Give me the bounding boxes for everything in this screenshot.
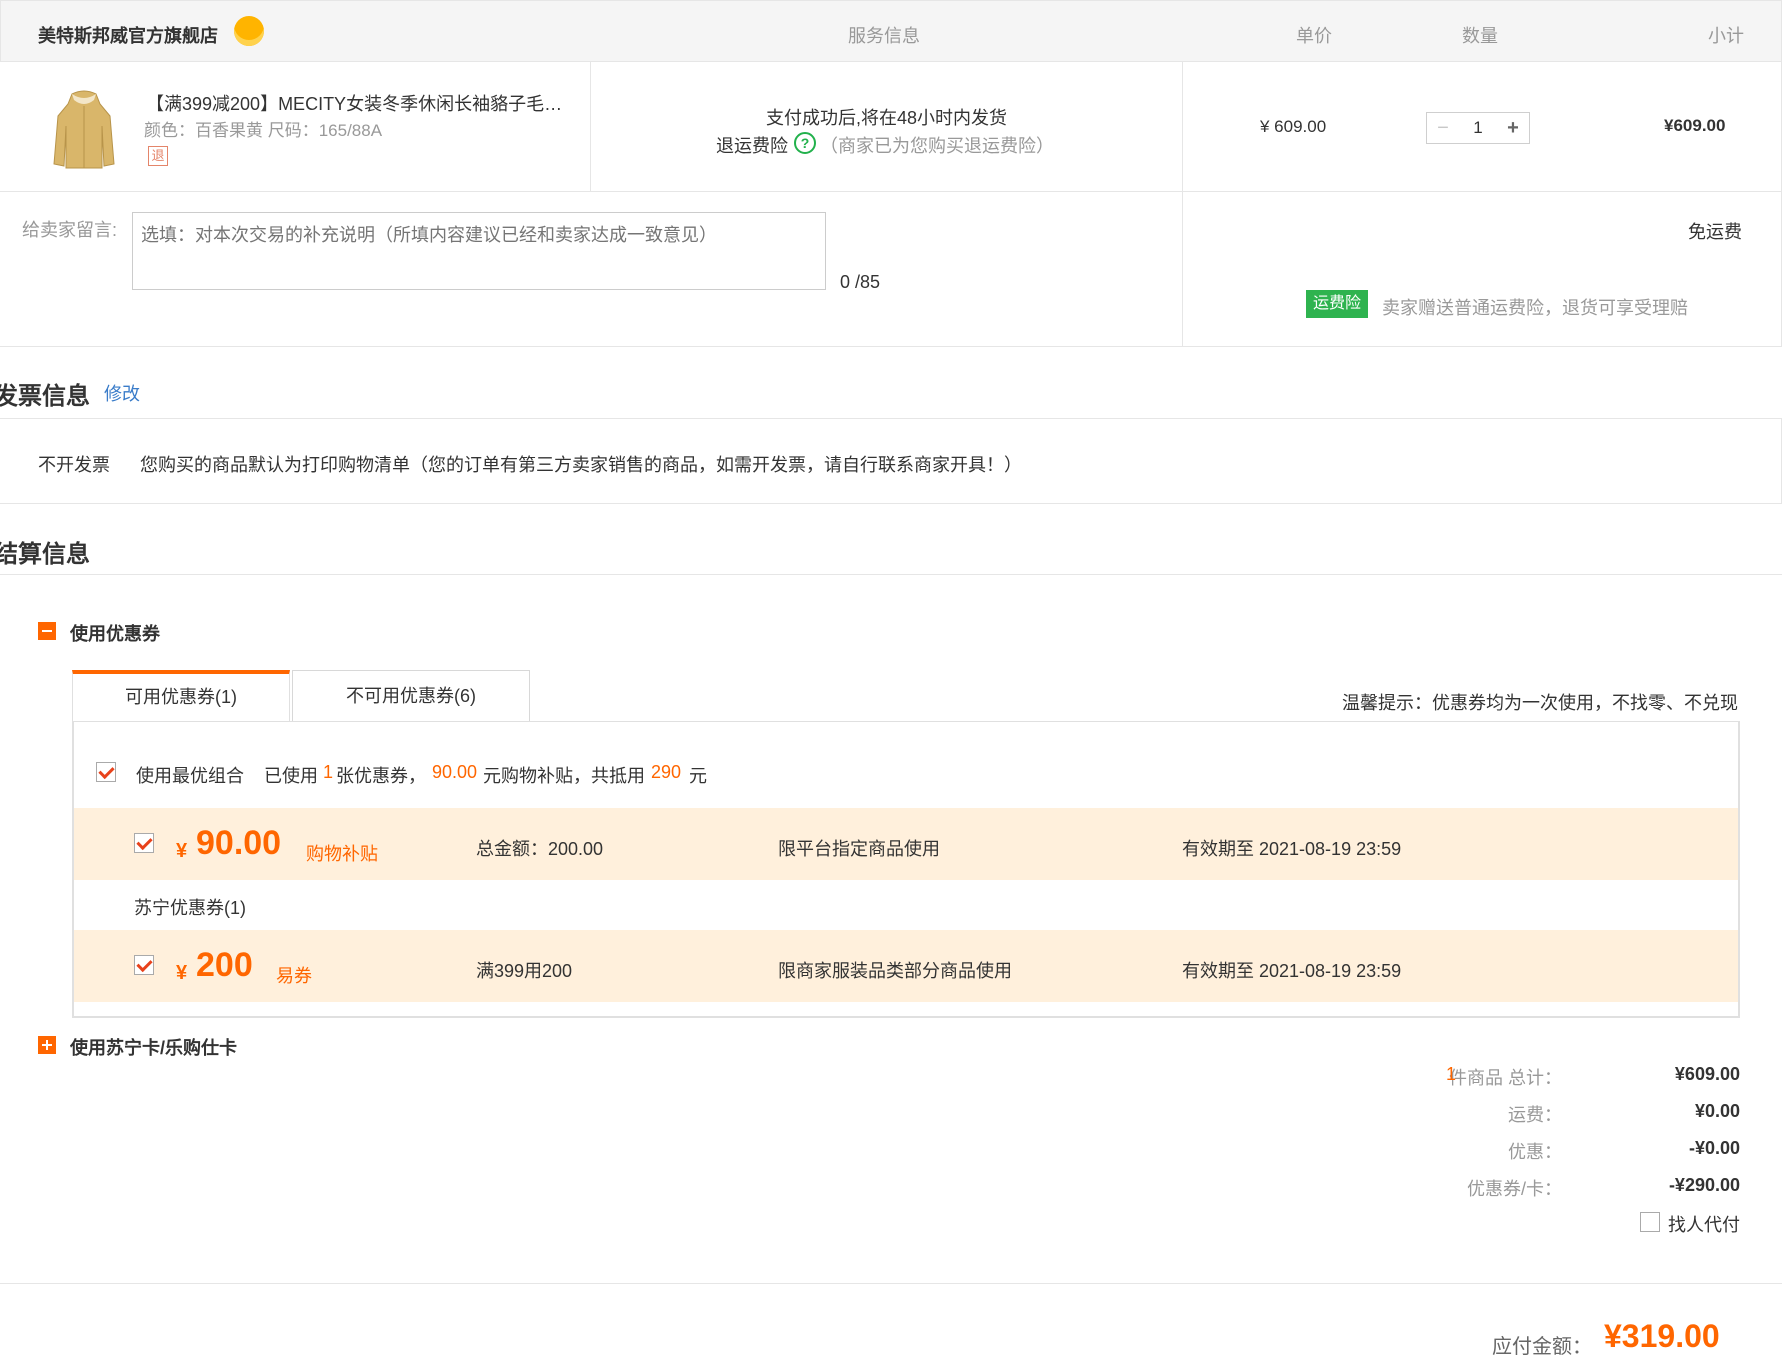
invoice-section-title: 发票信息 [0,383,90,410]
coupon-scope: 限平台指定商品使用 [778,839,940,859]
coupon-amount: 200 [196,946,253,984]
settlement-section-title: 结算信息 [0,541,90,568]
payable-label: 应付金额： [1492,1336,1592,1358]
freight-insurance-tag: 运费险 [1306,290,1368,318]
coupon-type: 购物补贴 [306,844,378,864]
pay-for-me-label[interactable]: 找人代付 [1668,1211,1740,1237]
coupon-expiry: 有效期至 2021-08-19 23:59 [1182,839,1402,859]
invoice-note: 您购买的商品默认为打印购物清单（您的订单有第三方卖家销售的商品，如需开发票，请自… [140,455,1022,475]
collapse-icon[interactable] [38,622,56,640]
total-shipping-value: ¥0.00 [1694,1101,1740,1121]
help-icon[interactable]: ? [794,132,816,154]
total-discount-label: 优惠： [1508,1142,1562,1162]
expand-icon[interactable] [38,1036,56,1054]
shipping-fee: 免运费 [1688,222,1742,242]
column-divider [590,62,591,192]
coupon-checkbox[interactable] [134,833,154,853]
coupon-currency: ¥ [176,962,188,984]
quantity-input[interactable]: 1 [1460,114,1496,142]
return-freight-note: （商家已为您购买退运费险） [820,136,1054,156]
total-shipping-label: 运费： [1508,1105,1562,1125]
product-spec: 颜色：百香果黄 尺码：165/88A [144,121,383,140]
quantity-increase-button[interactable]: + [1498,114,1528,142]
pay-for-me-checkbox[interactable] [1640,1212,1660,1232]
coupon-summary-offset: 290 [651,762,682,782]
coupon-summary-text: 元 [689,766,707,786]
column-quantity: 数量 [1462,26,1498,46]
coupon-summary-text: 元购物补贴，共抵用 [483,766,645,786]
coupon-summary-text: 已使用 [264,766,318,786]
ship-note: 支付成功后,将在48小时内发货 [766,108,1008,128]
product-name[interactable]: 【满399减200】MECITY女装冬季休闲长袖貉子毛… [146,90,566,116]
sun-badge-icon [234,16,264,46]
coupon-checkbox[interactable] [134,955,154,975]
total-coupon-value: -¥290.00 [1668,1175,1740,1195]
coupon-scope: 限商家服装品类部分商品使用 [778,961,1012,981]
seller-message-input[interactable] [132,212,826,290]
unit-price: ¥ 609.00 [1260,117,1327,136]
tab-available-coupons[interactable]: 可用优惠券(1) [72,670,290,722]
seller-message-label: 给卖家留言: [22,220,118,240]
payable-amount: ¥319.00 [1604,1318,1720,1354]
product-thumbnail[interactable] [50,86,118,172]
coupon-type: 易券 [276,966,312,986]
coupon-summary-subsidy: 90.00 [432,762,478,782]
coupon-total: 总金额：200.00 [476,839,604,859]
total-items-value: ¥609.00 [1674,1064,1740,1084]
coupon-expiry: 有效期至 2021-08-19 23:59 [1182,961,1402,981]
coupon-summary-text: 张优惠券， [336,766,426,786]
best-combo-label: 使用最优组合 [136,766,244,786]
return-freight-label: 退运费险 [716,136,788,156]
suning-card-section-title[interactable]: 使用苏宁卡/乐购仕卡 [70,1034,237,1060]
coupon-section-title[interactable]: 使用优惠券 [70,620,160,646]
column-subtotal: 小计 [1708,26,1744,46]
product-subtotal: ¥609.00 [1664,116,1726,135]
invoice-type: 不开发票 [38,455,110,475]
total-items-label: 件商品 总计： [1448,1068,1562,1088]
coupon-currency: ¥ [176,840,188,862]
tab-unavailable-coupons[interactable]: 不可用优惠券(6) [292,670,530,722]
coupon-summary-count: 1 [323,762,334,782]
quantity-decrease-button[interactable]: − [1428,114,1458,142]
coupon-tip: 温馨提示：优惠券均为一次使用，不找零、不兑现 [1342,693,1738,713]
column-unit-price: 单价 [1296,26,1332,46]
coupon-total: 满399用200 [476,961,573,981]
column-service: 服务信息 [848,26,920,46]
message-char-counter: 0 /85 [840,272,881,292]
total-discount-value: -¥0.00 [1688,1138,1740,1158]
total-coupon-label: 优惠券/卡： [1466,1179,1562,1199]
invoice-edit-link[interactable]: 修改 [104,380,140,406]
store-name[interactable]: 美特斯邦威官方旗舰店 [38,22,218,48]
coupon-amount: 90.00 [196,824,282,862]
best-combo-checkbox[interactable] [96,762,116,782]
return-badge: 退 [148,146,168,166]
suning-coupon-group-label: 苏宁优惠券(1) [134,898,246,918]
freight-insurance-note: 卖家赠送普通运费险，退货可享受理赔 [1382,298,1688,318]
total-item-count: 1 [1446,1064,1457,1084]
